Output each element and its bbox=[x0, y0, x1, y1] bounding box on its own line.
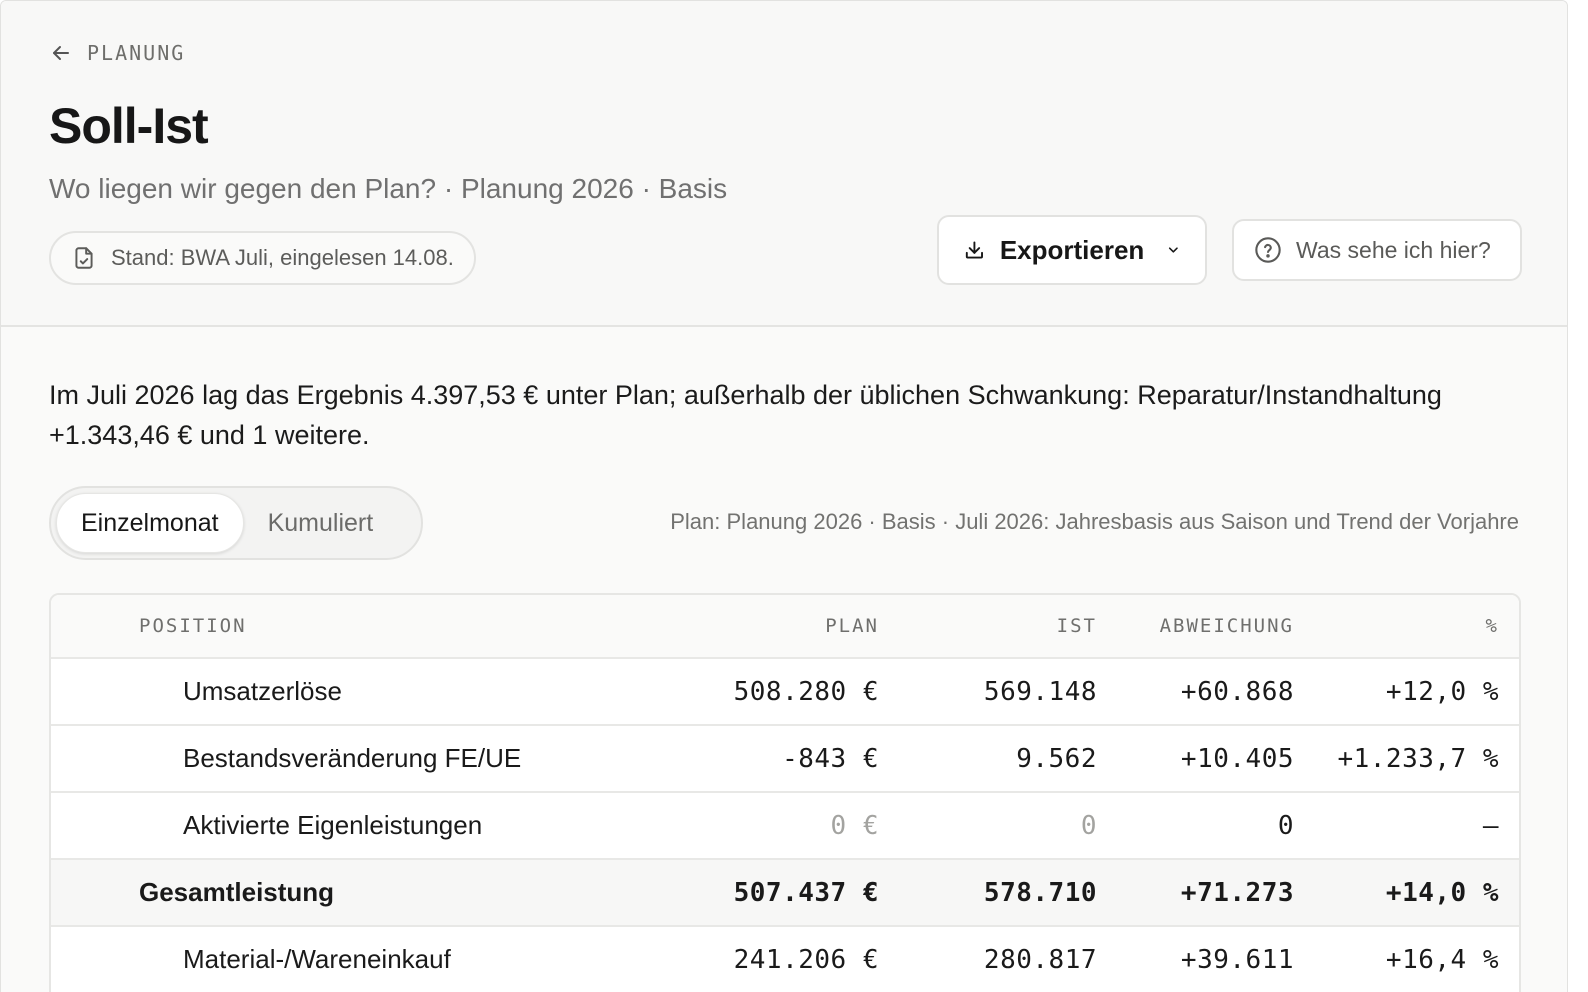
question-circle-icon bbox=[1255, 237, 1281, 263]
chevron-down-icon bbox=[1169, 247, 1179, 253]
export-button[interactable]: Exportieren bbox=[937, 215, 1207, 285]
column-header-position: POSITION bbox=[139, 615, 247, 637]
table-row[interactable]: Aktivierte Eigenleistungen 0 € 0 0 – bbox=[51, 793, 1519, 860]
data-status-badge: Stand: BWA Juli, eingelesen 14.08. bbox=[49, 231, 476, 285]
position-cell: Bestandsveränderung FE/UE bbox=[183, 743, 522, 773]
column-header-abweichung: ABWEICHUNG bbox=[1159, 615, 1294, 637]
plan-cell: 507.437 € bbox=[733, 877, 879, 908]
table-row[interactable]: Umsatzerlöse 508.280 € 569.148 +60.868 +… bbox=[51, 659, 1519, 726]
help-button[interactable]: Was sehe ich hier? bbox=[1232, 219, 1522, 281]
position-cell: Gesamtleistung bbox=[139, 877, 335, 907]
table-row-total[interactable]: Gesamtleistung 507.437 € 578.710 +71.273… bbox=[51, 860, 1519, 927]
abweichung-cell: +60.868 bbox=[1180, 676, 1294, 707]
table-row[interactable]: Material-/Wareneinkauf 241.206 € 280.817… bbox=[51, 927, 1519, 992]
column-header-percent: % bbox=[1485, 615, 1499, 637]
position-cell: Material-/Wareneinkauf bbox=[183, 944, 451, 974]
ist-cell: 569.148 bbox=[983, 676, 1097, 707]
abweichung-cell: +39.611 bbox=[1180, 944, 1294, 975]
percent-cell: +16,4 % bbox=[1385, 944, 1499, 975]
arrow-left-icon bbox=[53, 46, 69, 60]
abweichung-cell: 0 bbox=[1277, 810, 1294, 841]
page-subtitle: Wo liegen wir gegen den Plan? · Planung … bbox=[49, 173, 728, 204]
percent-cell: +14,0 % bbox=[1385, 877, 1499, 908]
plan-cell: 508.280 € bbox=[733, 676, 879, 707]
period-toggle: Einzelmonat Kumuliert bbox=[49, 486, 423, 560]
table-header: POSITION PLAN IST ABWEICHUNG % bbox=[51, 595, 1519, 659]
plan-cell: 0 € bbox=[830, 810, 879, 841]
abweichung-cell: +10.405 bbox=[1180, 743, 1294, 774]
page-title: Soll-Ist bbox=[49, 98, 209, 154]
ist-cell: 9.562 bbox=[1016, 743, 1097, 774]
ist-cell: 280.817 bbox=[983, 944, 1097, 975]
percent-cell: +1.233,7 % bbox=[1337, 743, 1499, 774]
download-icon bbox=[965, 241, 983, 259]
abweichung-cell: +71.273 bbox=[1180, 877, 1294, 908]
toggle-kumuliert[interactable]: Kumuliert bbox=[244, 493, 398, 553]
export-button-label: Exportieren bbox=[999, 234, 1145, 265]
help-button-label: Was sehe ich hier? bbox=[1296, 236, 1491, 263]
data-status-label: Stand: BWA Juli, eingelesen 14.08. bbox=[111, 245, 454, 270]
percent-cell: – bbox=[1482, 810, 1499, 841]
plan-note: Plan: Planung 2026 · Basis · Juli 2026: … bbox=[670, 509, 1519, 534]
back-link-label: PLANUNG bbox=[87, 41, 186, 65]
percent-cell: +12,0 % bbox=[1385, 676, 1499, 707]
position-cell: Umsatzerlöse bbox=[183, 676, 342, 706]
ist-cell: 0 bbox=[1080, 810, 1097, 841]
app-window: PLANUNG Soll-Ist Wo liegen wir gegen den… bbox=[0, 0, 1568, 992]
column-header-ist: IST bbox=[1056, 615, 1097, 637]
toggle-einzelmonat[interactable]: Einzelmonat bbox=[56, 493, 244, 553]
plan-cell: 241.206 € bbox=[733, 944, 879, 975]
position-cell: Aktivierte Eigenleistungen bbox=[183, 810, 483, 840]
table-row[interactable]: Bestandsveränderung FE/UE -843 € 9.562 +… bbox=[51, 726, 1519, 793]
ist-cell: 578.710 bbox=[983, 877, 1097, 908]
soll-ist-table: POSITION PLAN IST ABWEICHUNG % Umsatzerl… bbox=[49, 593, 1521, 992]
plan-cell: -843 € bbox=[782, 743, 879, 774]
column-header-plan: PLAN bbox=[825, 615, 879, 637]
summary-text: Im Juli 2026 lag das Ergebnis 4.397,53 €… bbox=[49, 380, 1442, 450]
page-header: PLANUNG Soll-Ist Wo liegen wir gegen den… bbox=[1, 1, 1567, 327]
back-link[interactable]: PLANUNG bbox=[49, 41, 185, 65]
file-check-icon bbox=[75, 247, 93, 269]
